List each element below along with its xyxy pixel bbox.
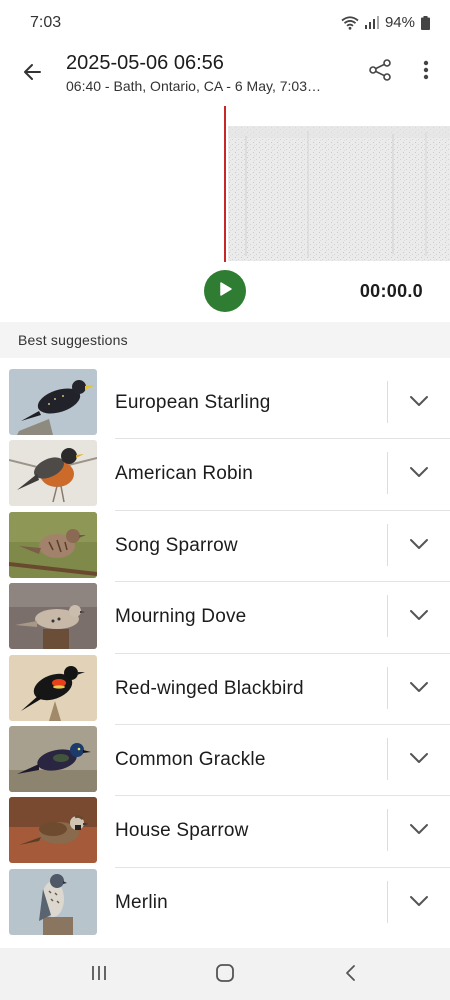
expand-button[interactable]	[400, 886, 438, 920]
arrow-left-icon	[22, 63, 42, 86]
chevron-down-icon	[409, 394, 429, 412]
share-button[interactable]	[362, 54, 398, 90]
section-title: Best suggestions	[18, 332, 128, 348]
playback-time: 00:00.0	[359, 281, 423, 301]
list-item[interactable]: American Robin	[0, 439, 450, 511]
expand-button[interactable]	[400, 672, 438, 706]
spectrogram-area[interactable]	[0, 104, 450, 264]
chevron-down-icon	[409, 822, 429, 840]
list-item[interactable]: Red-winged Blackbird	[0, 654, 450, 725]
species-name: Common Grackle	[115, 748, 266, 770]
bird-thumbnail	[9, 797, 97, 864]
home-icon	[215, 963, 235, 988]
spectrogram	[228, 126, 450, 261]
bird-thumbnail	[9, 440, 97, 507]
chevron-down-icon	[409, 465, 429, 483]
bird-thumbnail	[9, 868, 97, 935]
recent-apps-button[interactable]	[86, 962, 112, 988]
section-header: Best suggestions	[0, 322, 450, 358]
bird-thumbnail	[9, 511, 97, 578]
recent-apps-icon	[90, 964, 108, 987]
chevron-down-icon	[409, 680, 429, 698]
more-options-button[interactable]	[410, 54, 442, 90]
status-time: 7:03	[30, 14, 62, 31]
divider	[387, 595, 388, 638]
home-button[interactable]	[212, 962, 238, 988]
bird-thumbnail	[9, 654, 97, 721]
chevron-down-icon	[409, 894, 429, 912]
bird-thumbnail	[9, 583, 97, 650]
list-item[interactable]: Mourning Dove	[0, 582, 450, 654]
expand-button[interactable]	[400, 814, 438, 848]
divider	[387, 381, 388, 423]
signal-icon	[364, 16, 379, 29]
divider	[387, 523, 388, 566]
page-subtitle: 06:40 - Bath, Ontario, CA - 6 May, 7:03…	[66, 78, 321, 94]
more-vert-icon	[423, 60, 429, 85]
bird-thumbnail	[9, 725, 97, 792]
expand-button[interactable]	[400, 743, 438, 777]
species-name: Merlin	[115, 891, 168, 913]
bird-thumbnail	[9, 369, 97, 435]
status-bar: 7:03 94%	[0, 0, 450, 48]
system-back-button[interactable]	[338, 962, 364, 988]
expand-button[interactable]	[400, 529, 438, 563]
list-item[interactable]: Song Sparrow	[0, 511, 450, 583]
wifi-icon	[341, 15, 359, 30]
species-name: European Starling	[115, 392, 271, 413]
chevron-down-icon	[409, 608, 429, 626]
nav-back-icon	[344, 964, 358, 987]
battery-text: 94%	[384, 14, 415, 31]
list-item[interactable]: Merlin	[0, 868, 450, 939]
play-button[interactable]	[204, 270, 246, 312]
divider	[387, 880, 388, 923]
expand-button[interactable]	[400, 386, 438, 420]
divider	[387, 666, 388, 709]
app-bar: 2025-05-06 06:56 06:40 - Bath, Ontario, …	[0, 48, 450, 104]
divider	[387, 452, 388, 495]
species-name: Mourning Dove	[115, 606, 247, 628]
back-button[interactable]	[14, 56, 50, 92]
playhead[interactable]	[224, 106, 226, 262]
species-name: Red-winged Blackbird	[115, 677, 304, 699]
suggestions-list: European Starling American Robin Song Sp…	[0, 368, 450, 939]
divider	[387, 737, 388, 780]
species-name: Song Sparrow	[115, 534, 238, 556]
expand-button[interactable]	[400, 600, 438, 634]
system-nav-bar	[0, 948, 450, 1000]
list-item[interactable]: House Sparrow	[0, 796, 450, 868]
list-item[interactable]: European Starling	[0, 368, 450, 440]
list-item[interactable]: Common Grackle	[0, 725, 450, 797]
chevron-down-icon	[409, 751, 429, 769]
share-icon	[368, 58, 392, 87]
species-name: House Sparrow	[115, 820, 249, 842]
expand-button[interactable]	[400, 457, 438, 491]
battery-icon	[421, 15, 430, 30]
page-title: 2025-05-06 06:56	[66, 52, 224, 74]
chevron-down-icon	[409, 537, 429, 555]
status-indicators: 94%	[341, 14, 430, 31]
divider	[387, 809, 388, 852]
play-icon	[216, 280, 234, 303]
species-name: American Robin	[115, 463, 253, 485]
